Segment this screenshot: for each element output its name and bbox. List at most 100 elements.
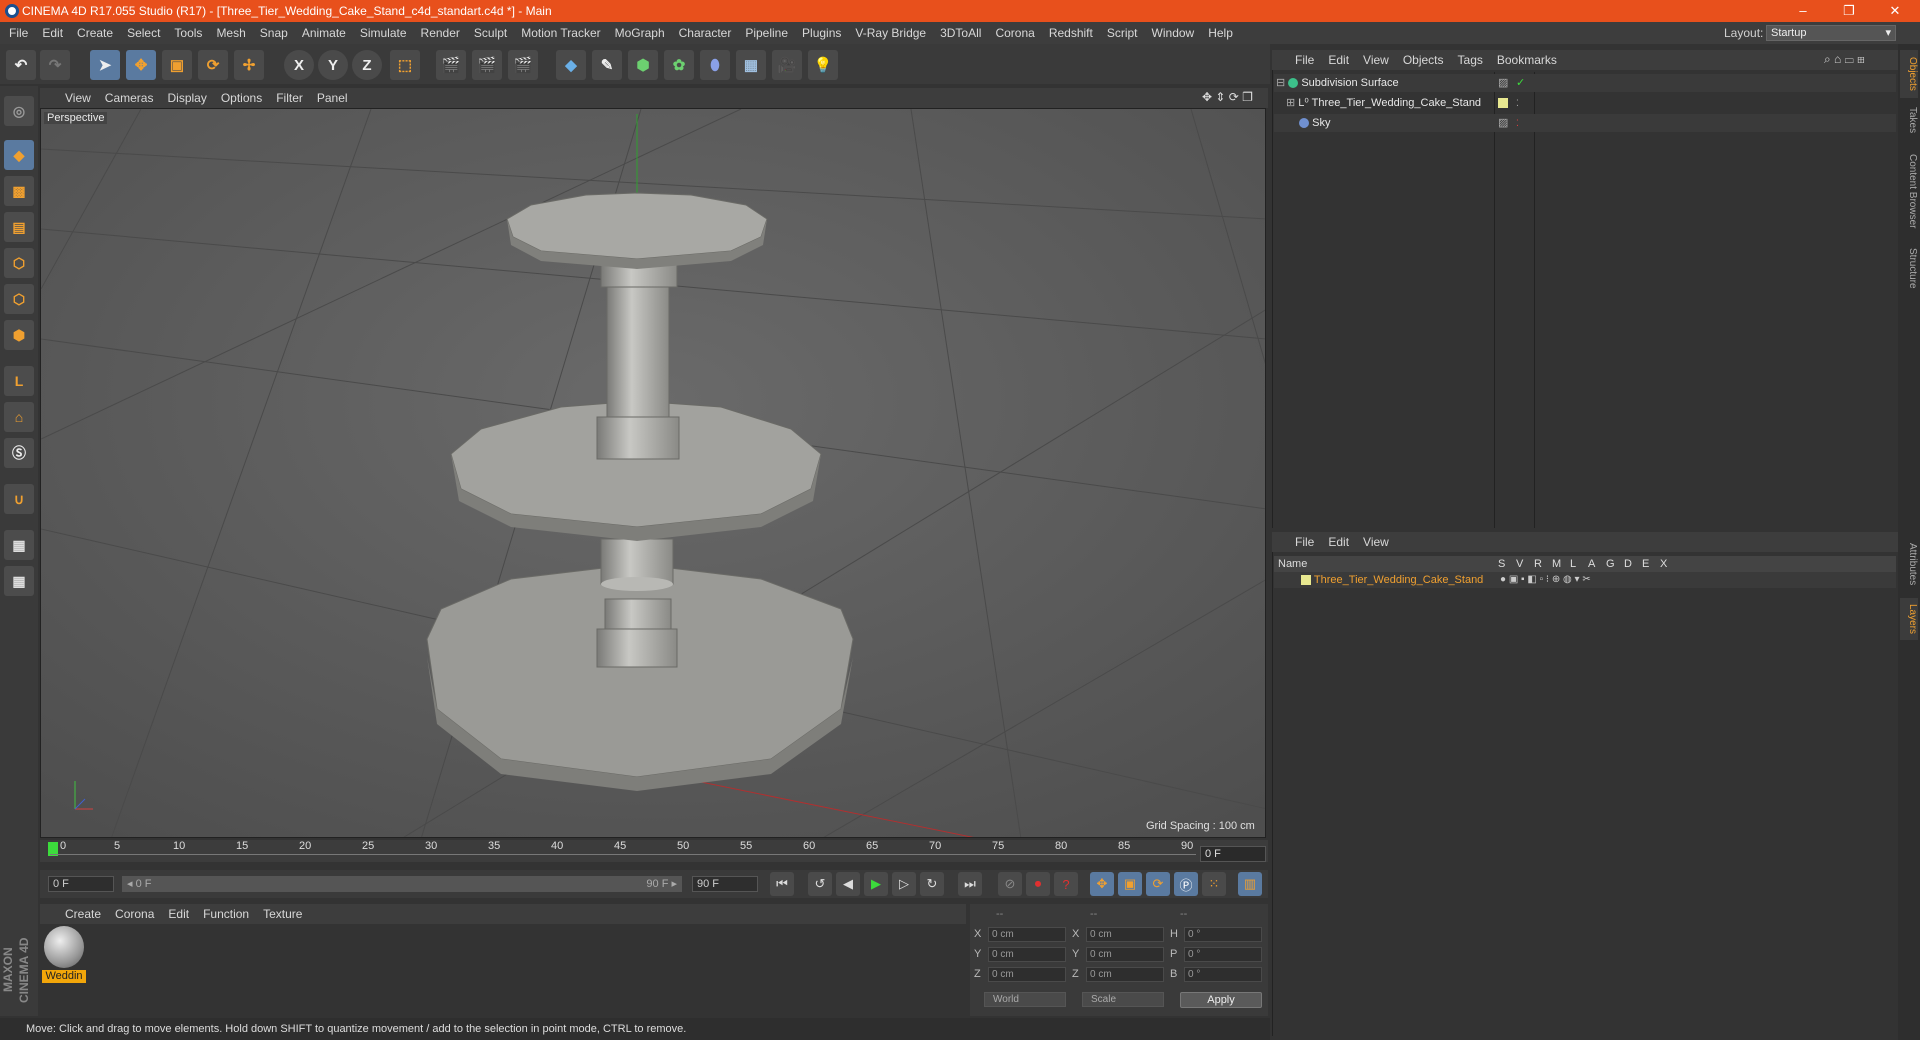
motion-record-button[interactable]: ⊘ [998, 872, 1022, 896]
rotate-tool-button[interactable]: ⟳ [198, 50, 228, 80]
cloner-button[interactable]: ✿ [664, 50, 694, 80]
go-to-end-button[interactable]: ⏭ [958, 872, 982, 896]
position-y-field[interactable]: 0 cm [988, 947, 1066, 962]
menu-sculpt[interactable]: Sculpt [467, 22, 514, 44]
viewport-menu-panel[interactable]: Panel [310, 88, 355, 108]
viewport-menu-view[interactable]: View [58, 88, 98, 108]
menu-3dtoall[interactable]: 3DToAll [933, 22, 988, 44]
menu-pipeline[interactable]: Pipeline [738, 22, 795, 44]
end-frame-field[interactable]: 90 F [692, 876, 758, 892]
menu-tools[interactable]: Tools [167, 22, 209, 44]
frame-range-slider[interactable]: ◂ 0 F 90 F ▸ [122, 876, 682, 892]
menu-mograph[interactable]: MoGraph [608, 22, 672, 44]
objects-menu-view[interactable]: View [1356, 50, 1396, 70]
apply-button[interactable]: Apply [1180, 992, 1262, 1008]
maximize-button[interactable]: ❐ [1826, 0, 1872, 22]
y-axis-lock-button[interactable]: Y [318, 50, 348, 80]
material-thumbnail[interactable] [44, 926, 84, 968]
position-z-field[interactable]: 0 cm [988, 967, 1066, 982]
tab-layers[interactable]: Layers [1900, 598, 1918, 640]
menu-corona[interactable]: Corona [988, 22, 1041, 44]
object-manager-search-icons[interactable]: ⌕ ⌂ ▭ ⊞ [1824, 52, 1865, 67]
position-x-field[interactable]: 0 cm [988, 927, 1066, 942]
transform-mode-select[interactable]: Scale [1082, 992, 1164, 1007]
x-axis-lock-button[interactable]: X [284, 50, 314, 80]
previous-key-button[interactable]: ↺ [808, 872, 832, 896]
objects-menu-objects[interactable]: Objects [1396, 50, 1451, 70]
key-parameter-button[interactable]: Ⓟ [1174, 872, 1198, 896]
pen-spline-button[interactable]: ✎ [592, 50, 622, 80]
floor-button[interactable]: ▦ [736, 50, 766, 80]
edit-toggle-icon[interactable]: ▨ [1498, 74, 1508, 92]
undo-button[interactable]: ↶ [6, 50, 36, 80]
viewport-scene[interactable] [41, 109, 1266, 838]
start-frame-field[interactable]: 0 F [48, 876, 114, 892]
select-tool-button[interactable]: ➤ [90, 50, 120, 80]
material-menu-edit[interactable]: Edit [161, 904, 196, 924]
key-pla-button[interactable]: ⁙ [1202, 872, 1226, 896]
transform-tool-button[interactable]: ✢ [234, 50, 264, 80]
rotation-b-field[interactable]: 0 ° [1184, 967, 1262, 982]
material-menu-corona[interactable]: Corona [108, 904, 161, 924]
minimize-button[interactable]: – [1780, 0, 1826, 22]
move-tool-button[interactable]: ✥ [126, 50, 156, 80]
visibility-dots-icon[interactable]: ⁚ [1516, 94, 1519, 112]
size-x-field[interactable]: 0 cm [1086, 927, 1164, 942]
next-frame-button[interactable]: ▷ [892, 872, 916, 896]
viewport-menu-filter[interactable]: Filter [269, 88, 310, 108]
menu-animate[interactable]: Animate [295, 22, 353, 44]
viewport-menu-options[interactable]: Options [214, 88, 269, 108]
autokey-button[interactable]: ? [1054, 872, 1078, 896]
visibility-dots-icon[interactable]: ⁚ [1516, 114, 1519, 132]
menu-select[interactable]: Select [120, 22, 167, 44]
tab-attributes[interactable]: Attributes [1900, 534, 1918, 594]
model-mode-button[interactable]: ◆ [4, 140, 34, 170]
objects-menu-tags[interactable]: Tags [1451, 50, 1490, 70]
objects-menu-edit[interactable]: Edit [1321, 50, 1356, 70]
edit-toggle-icon[interactable]: ▨ [1498, 114, 1508, 132]
previous-frame-button[interactable]: ◀ [836, 872, 860, 896]
enabled-check-icon[interactable]: ✓ [1516, 74, 1525, 92]
coordinate-system-button[interactable]: ⬚ [390, 50, 420, 80]
menu-vray-bridge[interactable]: V-Ray Bridge [848, 22, 933, 44]
layer-color-swatch[interactable] [1301, 575, 1312, 586]
polygons-mode-button[interactable]: ⬢ [4, 320, 34, 350]
tab-takes[interactable]: Takes [1900, 100, 1918, 140]
texture-mode-button[interactable]: ▩ [4, 176, 34, 206]
menu-plugins[interactable]: Plugins [795, 22, 848, 44]
make-editable-button[interactable]: ◎ [4, 96, 34, 126]
coordinate-mode-select[interactable]: World [984, 992, 1066, 1007]
snap-button[interactable]: Ⓢ [4, 438, 34, 468]
redo-button[interactable]: ↷ [40, 50, 70, 80]
go-to-start-button[interactable]: ⏮ [770, 872, 794, 896]
object-row-sky[interactable]: Sky ▨ ⁚ [1274, 114, 1896, 132]
tweak-mode-button[interactable]: ⌂ [4, 402, 34, 432]
z-axis-lock-button[interactable]: Z [352, 50, 382, 80]
render-settings-button[interactable]: 🎬 [508, 50, 538, 80]
material-menu-function[interactable]: Function [196, 904, 256, 924]
magnet-button[interactable]: ∪ [4, 484, 34, 514]
layer-color-tag[interactable] [1498, 98, 1508, 108]
layers-menu-edit[interactable]: Edit [1321, 532, 1356, 552]
menu-character[interactable]: Character [672, 22, 739, 44]
menu-redshift[interactable]: Redshift [1042, 22, 1100, 44]
menu-simulate[interactable]: Simulate [353, 22, 414, 44]
play-button[interactable]: ▶ [864, 872, 888, 896]
axis-mode-button[interactable]: L [4, 366, 34, 396]
menu-snap[interactable]: Snap [253, 22, 295, 44]
next-key-button[interactable]: ↻ [920, 872, 944, 896]
menu-edit[interactable]: Edit [35, 22, 70, 44]
key-scale-button[interactable]: ▣ [1118, 872, 1142, 896]
record-button[interactable]: ⏺ [1026, 872, 1050, 896]
collapse-icon[interactable]: ⊟ [1276, 77, 1285, 89]
menu-script[interactable]: Script [1100, 22, 1145, 44]
subdivision-button[interactable]: ⬢ [628, 50, 658, 80]
size-z-field[interactable]: 0 cm [1086, 967, 1164, 982]
viewport-menu-display[interactable]: Display [160, 88, 213, 108]
timeline-window-button[interactable]: ▥ [1238, 872, 1262, 896]
edges-mode-button[interactable]: ⬡ [4, 284, 34, 314]
key-position-button[interactable]: ✥ [1090, 872, 1114, 896]
menu-file[interactable]: File [2, 22, 35, 44]
layers-menu-file[interactable]: File [1288, 532, 1321, 552]
menu-mesh[interactable]: Mesh [209, 22, 252, 44]
